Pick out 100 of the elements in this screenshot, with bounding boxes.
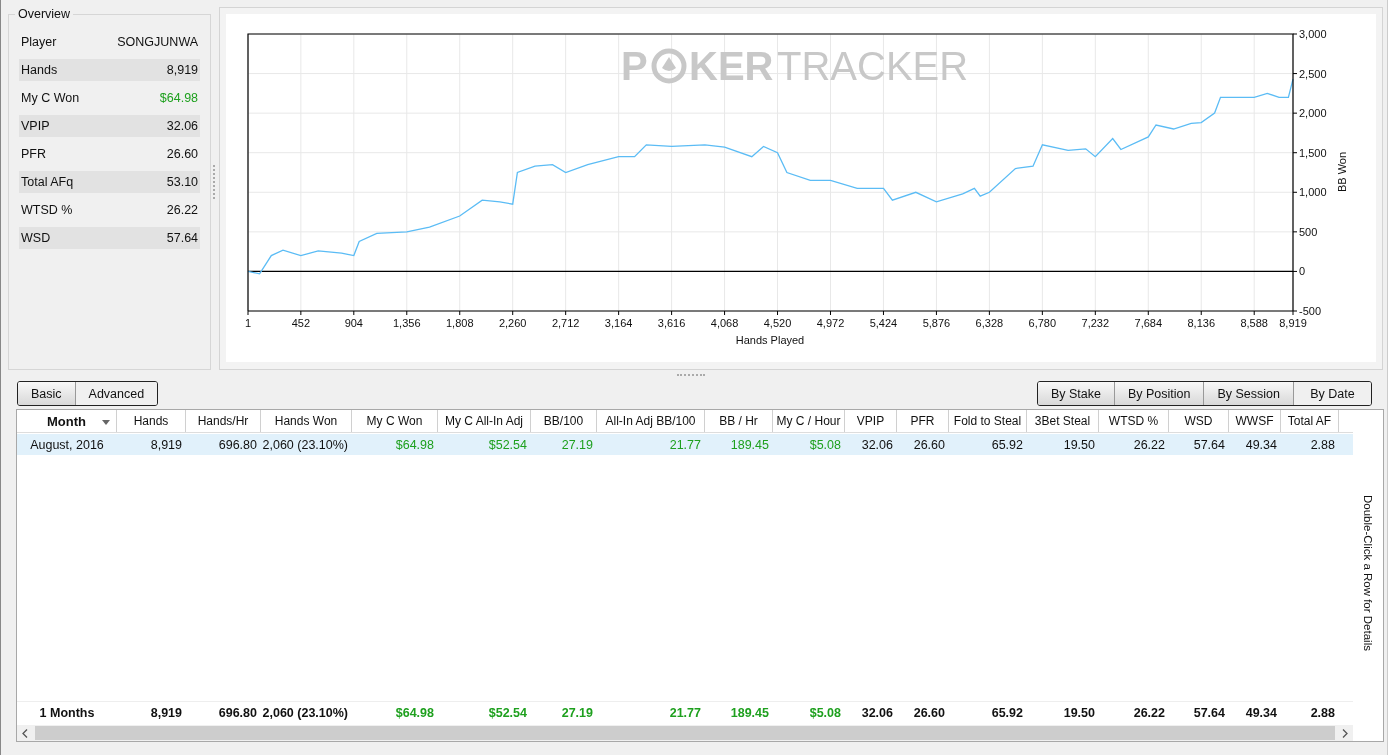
table-cell-text: $5.08 — [808, 704, 842, 722]
stat-value: 26.22 — [166, 203, 199, 217]
table-cell-text: 26.60 — [912, 436, 946, 454]
table-cell-text: 65.92 — [990, 436, 1024, 454]
column-header[interactable]: My C All-In Adj — [438, 410, 531, 432]
tick-label: 4,520 — [763, 317, 792, 329]
table-cell-text: August, 2016 — [29, 436, 105, 454]
table-cell-text: $52.54 — [487, 436, 528, 454]
tick-label: 3,616 — [657, 317, 686, 329]
scroll-left-icon[interactable] — [21, 728, 29, 738]
column-header[interactable]: Hands Won — [261, 410, 352, 432]
column-header[interactable]: All-In Adj BB/100 — [597, 410, 705, 432]
table-cell-text: 21.77 — [668, 436, 702, 454]
stat-label: WTSD % — [21, 203, 73, 217]
table-cell-text: 696.80 — [217, 436, 258, 454]
table-cell-text: 32.06 — [860, 704, 894, 722]
tick-label: 1,356 — [393, 317, 421, 329]
table-cell-text: 65.92 — [990, 704, 1024, 722]
column-header[interactable]: Hands/Hr — [186, 410, 261, 432]
table-cell-text: 2,060 (23.10%) — [261, 436, 349, 454]
stat-value: 53.10 — [166, 175, 199, 189]
table-cell-text: 1 Months — [38, 704, 96, 722]
table-cell-text: 2,060 (23.10%) — [261, 704, 349, 722]
tick-label: 0 — [1299, 265, 1306, 278]
tick-label: 4,972 — [816, 317, 845, 329]
column-header[interactable]: Total AF — [1281, 410, 1339, 432]
panel-title: Overview — [15, 7, 74, 21]
column-header[interactable]: BB/100 — [531, 410, 597, 432]
axis-title: Hands Played — [735, 334, 805, 346]
tick-label: 4,068 — [710, 317, 739, 329]
table-cell-text: 8,919 — [149, 704, 183, 722]
tick-label: 6,780 — [1028, 317, 1057, 329]
stat-label: Player — [21, 35, 57, 49]
column-header[interactable]: WTSD % — [1099, 410, 1169, 432]
axis-title: BB Won — [1336, 151, 1348, 193]
table-cell-text: $5.08 — [808, 436, 842, 454]
table-cell-text: 2.88 — [1309, 436, 1336, 454]
table-cell-text: $52.54 — [487, 704, 528, 722]
table-cell-text: 26.60 — [912, 704, 946, 722]
column-header[interactable]: 3Bet Steal — [1027, 410, 1099, 432]
column-header[interactable]: Fold to Steal — [949, 410, 1027, 432]
column-header[interactable]: BB / Hr — [705, 410, 773, 432]
column-header[interactable]: WWSF — [1229, 410, 1281, 432]
tick-label: 7,232 — [1081, 317, 1110, 329]
column-header[interactable]: My C Won — [352, 410, 438, 432]
table-cell-text: 21.77 — [668, 704, 702, 722]
tick-label: 1,000 — [1299, 186, 1327, 199]
stat-label: Hands — [21, 63, 58, 77]
tick-label: 2,712 — [551, 317, 580, 329]
stat-value: 8,919 — [166, 63, 199, 77]
tick-label: 1,808 — [446, 317, 474, 329]
tick-label: 8,136 — [1187, 317, 1215, 329]
toggle-button[interactable]: By Position — [1114, 382, 1205, 405]
stat-label: WSD — [21, 231, 51, 245]
table-cell-text: 189.45 — [729, 704, 770, 722]
table-cell-text: 57.64 — [1192, 436, 1226, 454]
table-cell-text: $64.98 — [394, 436, 435, 454]
toggle-button[interactable]: By Stake — [1037, 382, 1115, 405]
tick-label: 1,500 — [1299, 146, 1327, 159]
toggle-button[interactable]: By Session — [1204, 382, 1294, 405]
column-header[interactable]: Month — [17, 410, 117, 432]
poker-chip-icon — [651, 48, 687, 84]
column-header[interactable]: PFR — [897, 410, 949, 432]
stat-label: Total AFq — [21, 175, 74, 189]
tick-label: 3,164 — [604, 317, 633, 329]
column-header[interactable]: Hands — [117, 410, 186, 432]
table-cell-text: 2.88 — [1309, 704, 1336, 722]
tick-label: 6,328 — [975, 317, 1004, 329]
scroll-right-icon[interactable] — [1341, 728, 1349, 738]
table-cell-text: $64.98 — [394, 704, 435, 722]
hint-text: Double-Click a Row for Details — [1362, 495, 1374, 651]
table-cell-text: 189.45 — [729, 436, 770, 454]
table-cell-text: 27.19 — [560, 704, 594, 722]
table-cell-text: 49.34 — [1244, 436, 1278, 454]
tick-label: 904 — [344, 317, 363, 329]
column-header[interactable]: My C / Hour — [773, 410, 845, 432]
column-header[interactable]: VPIP — [845, 410, 897, 432]
table-row[interactable]: August, 2016 8,919 696.80 2,060 (23.10%) $64.98 $52.54 27.19 21.77 189.45 $5.08 32.06 26.60 65.92 19.50 26.22 57.64 49.34 2.88 — [17, 434, 1353, 455]
tick-label: 1 — [244, 317, 252, 329]
table-cell-text: 26.22 — [1132, 704, 1166, 722]
tick-label: 2,260 — [498, 317, 527, 329]
table-cell-text: 32.06 — [860, 436, 894, 454]
tick-label: 5,876 — [922, 317, 951, 329]
table-cell-text: 19.50 — [1062, 704, 1096, 722]
table-cell-text: 49.34 — [1244, 704, 1278, 722]
tick-label: 2,500 — [1299, 67, 1327, 80]
splitter-handle[interactable] — [213, 165, 217, 199]
tick-label: -500 — [1299, 305, 1322, 317]
table-cell-text: 26.22 — [1132, 436, 1166, 454]
stat-value: SONGJUNWA — [117, 35, 199, 49]
tick-label: 2,000 — [1299, 107, 1327, 120]
stat-value: 57.64 — [166, 231, 199, 245]
toggle-button[interactable]: Basic — [18, 382, 76, 405]
table-cell-text: 27.19 — [560, 436, 594, 454]
splitter-handle[interactable] — [677, 374, 705, 376]
column-header[interactable]: WSD — [1169, 410, 1229, 432]
stat-label: VPIP — [21, 119, 50, 133]
tick-label: 3,000 — [1299, 28, 1327, 40]
tick-label: 8,919 — [1279, 317, 1307, 329]
stat-value: 26.60 — [166, 147, 199, 161]
